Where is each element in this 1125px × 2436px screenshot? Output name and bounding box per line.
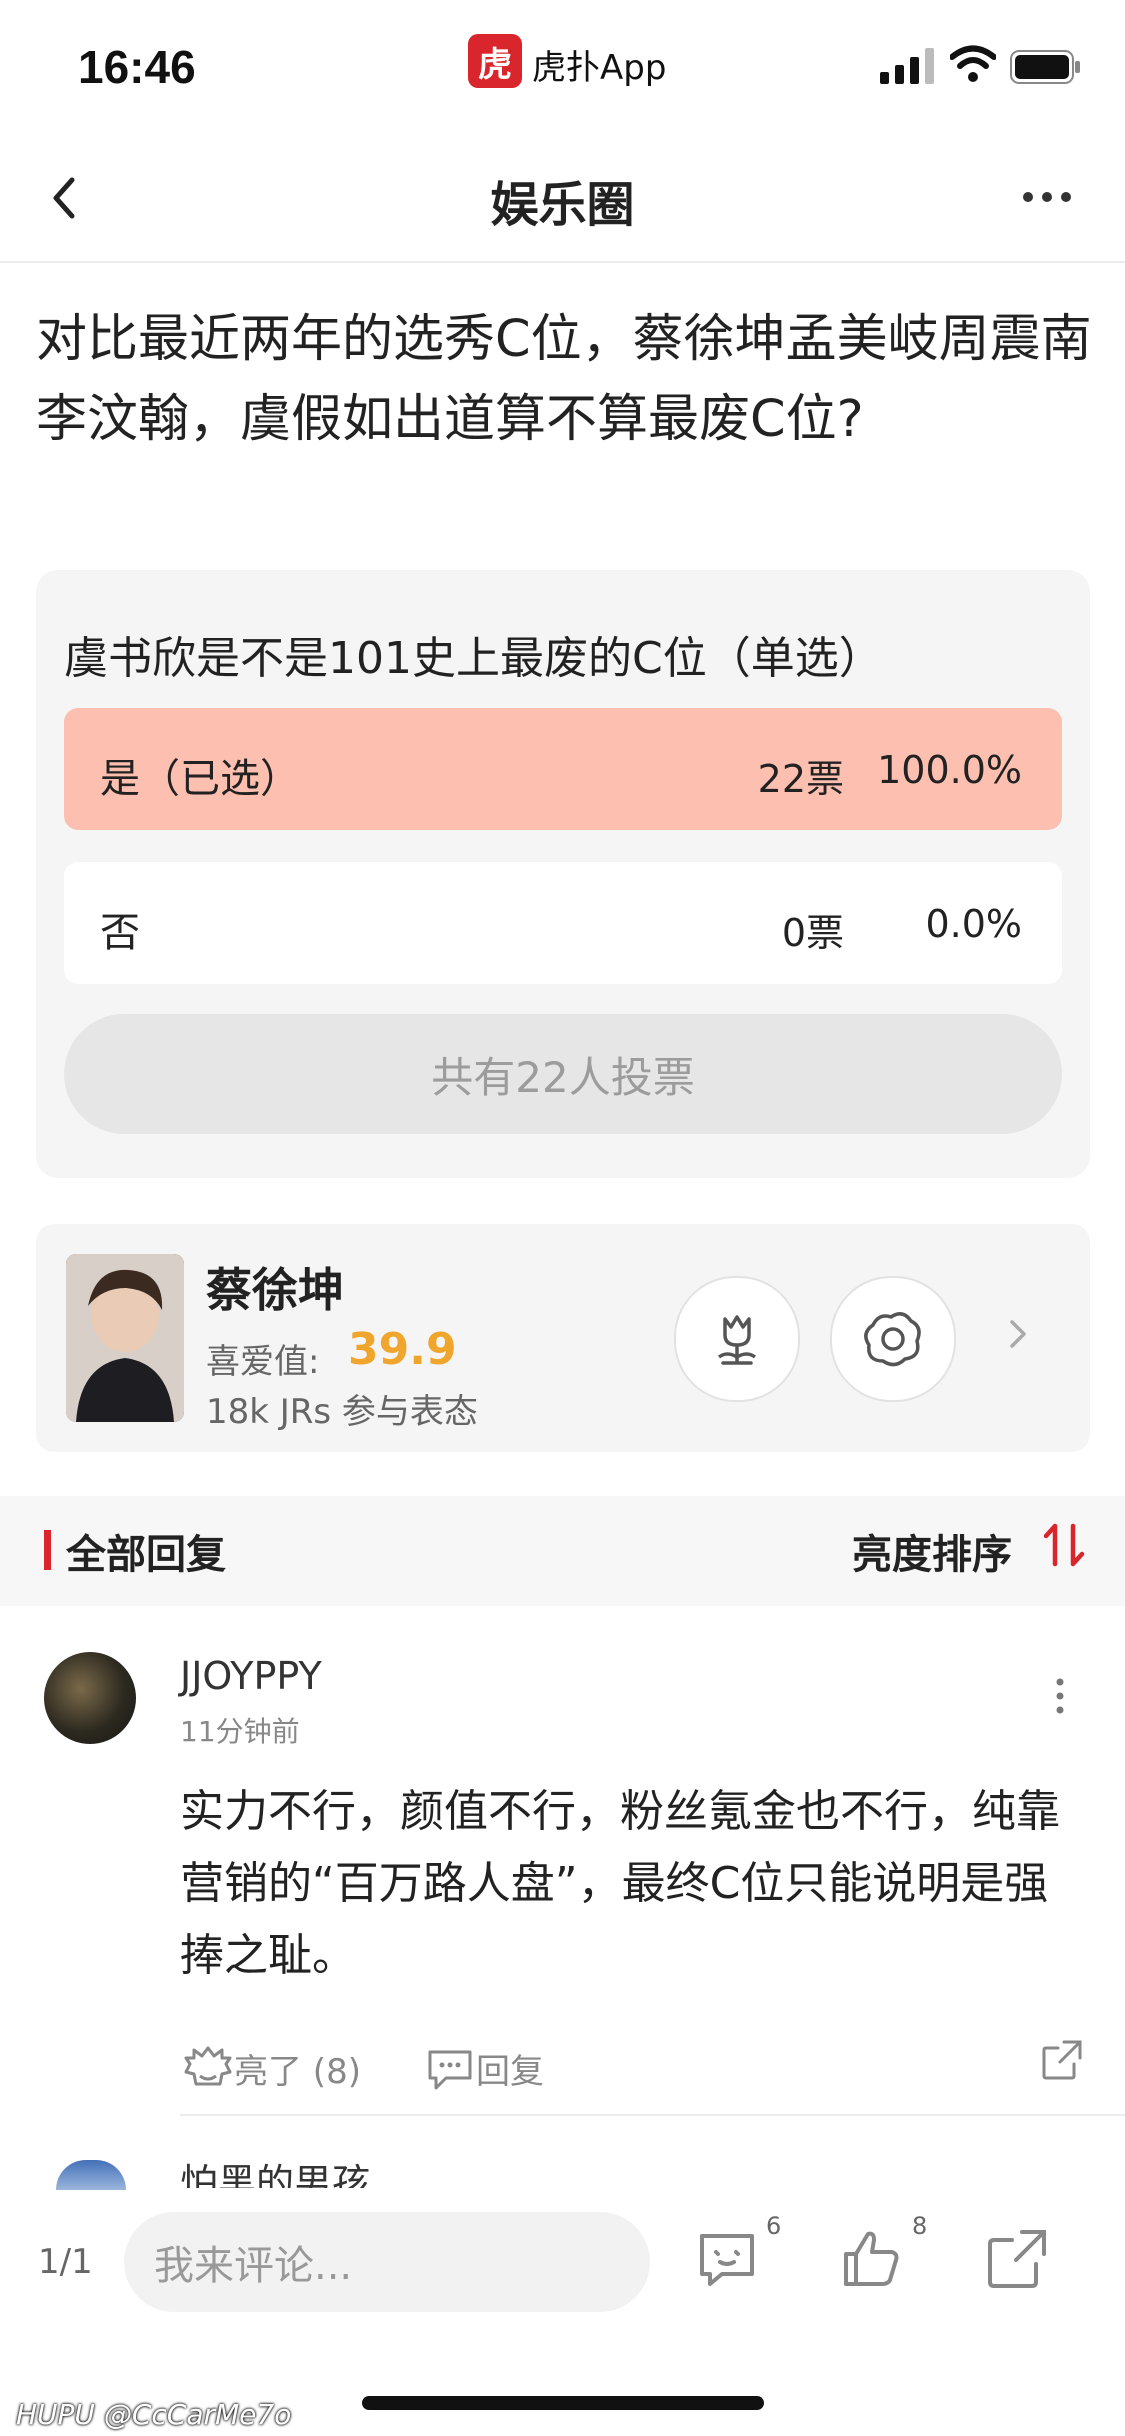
poll-question: 虞书欣是不是101史上最废的C位（单选） — [64, 633, 883, 684]
poll-option-no[interactable]: 否 0票 0.0% — [64, 862, 1062, 984]
flower-icon — [717, 1315, 757, 1365]
comments-count: 6 — [766, 2212, 782, 2240]
idol-avatar[interactable] — [66, 1254, 184, 1422]
comment-username[interactable]: JJOYPPY — [180, 1654, 322, 1698]
page-title: 娱乐圈 — [490, 177, 635, 233]
comments-icon[interactable] — [692, 2224, 762, 2294]
reply-icon — [428, 2050, 472, 2089]
rotten-egg-button[interactable] — [830, 1276, 956, 1402]
comment-divider — [180, 2114, 1125, 2116]
comment-avatar[interactable] — [56, 2160, 126, 2190]
more-icon[interactable] — [1022, 190, 1072, 204]
light-up-icon — [184, 2046, 232, 2085]
section-marker — [44, 1530, 51, 1570]
idol-name: 蔡徐坤 — [206, 1263, 344, 1317]
sort-icon[interactable] — [1040, 1520, 1090, 1570]
sort-button-label[interactable]: 亮度排序 — [852, 1522, 1012, 1580]
share-icon[interactable] — [1040, 2038, 1084, 2082]
comment-reply-button[interactable]: 回复 — [424, 2044, 544, 2093]
watermark: HUPU @CcCarMe7o — [16, 2398, 292, 2431]
hupu-logo: 虎 — [468, 34, 522, 88]
love-value: 39.9 — [348, 1324, 457, 1375]
poll-total-button[interactable]: 共有22人投票 — [64, 1014, 1062, 1134]
poll-option-votes: 22票 — [757, 757, 844, 801]
poll-option-percent: 0.0% — [925, 902, 1022, 946]
battery-icon — [1010, 50, 1080, 84]
participants-count: 18k JRs 参与表态 — [206, 1392, 478, 1432]
comment-like-label: 亮了 (8) — [234, 2052, 361, 2092]
comment-like-button[interactable]: 亮了 (8) — [182, 2044, 361, 2093]
poll-option-label: 是（已选） — [100, 756, 300, 802]
flower-button[interactable] — [674, 1276, 800, 1402]
poll-option-label: 否 — [100, 910, 140, 956]
comment-input[interactable]: 我来评论... — [124, 2212, 650, 2312]
nav-divider — [0, 261, 1125, 263]
love-value-label: 喜爱值: — [206, 1342, 320, 1382]
home-indicator[interactable] — [362, 2396, 764, 2410]
status-time: 16:46 — [78, 41, 196, 93]
poll-option-yes[interactable]: 是（已选） 22票 100.0% — [64, 708, 1062, 830]
likes-count: 8 — [912, 2212, 928, 2240]
app-name: 虎扑App — [532, 48, 667, 88]
page-indicator: 1/1 — [38, 2242, 93, 2282]
poll-option-votes: 0票 — [781, 911, 844, 955]
signal-icon — [880, 48, 934, 84]
poll-option-percent: 100.0% — [877, 748, 1022, 792]
comment-time: 11分钟前 — [180, 1715, 300, 1748]
post-title: 对比最近两年的选秀C位，蔡徐坤孟美岐周震南李汶翰，虞假如出道算不算最废C位? — [36, 310, 1092, 449]
rotten-egg-icon — [864, 1312, 921, 1367]
wifi-icon — [950, 45, 996, 82]
share-icon[interactable] — [982, 2224, 1052, 2294]
comment-username[interactable]: 怕黑的男孩 — [180, 2152, 370, 2188]
comment-reply-label: 回复 — [476, 2052, 544, 2092]
comment-body: 实力不行，颜值不行，粉丝氪金也不行，纯靠营销的“百万路人盘”，最终C位只能说明是… — [180, 1786, 1060, 1981]
replies-title: 全部回复 — [66, 1532, 226, 1578]
comment-avatar[interactable] — [44, 1652, 136, 1744]
chevron-right-icon[interactable] — [1008, 1312, 1030, 1356]
comment-more-icon[interactable] — [1056, 1676, 1064, 1716]
thumbs-up-icon[interactable] — [836, 2224, 906, 2294]
